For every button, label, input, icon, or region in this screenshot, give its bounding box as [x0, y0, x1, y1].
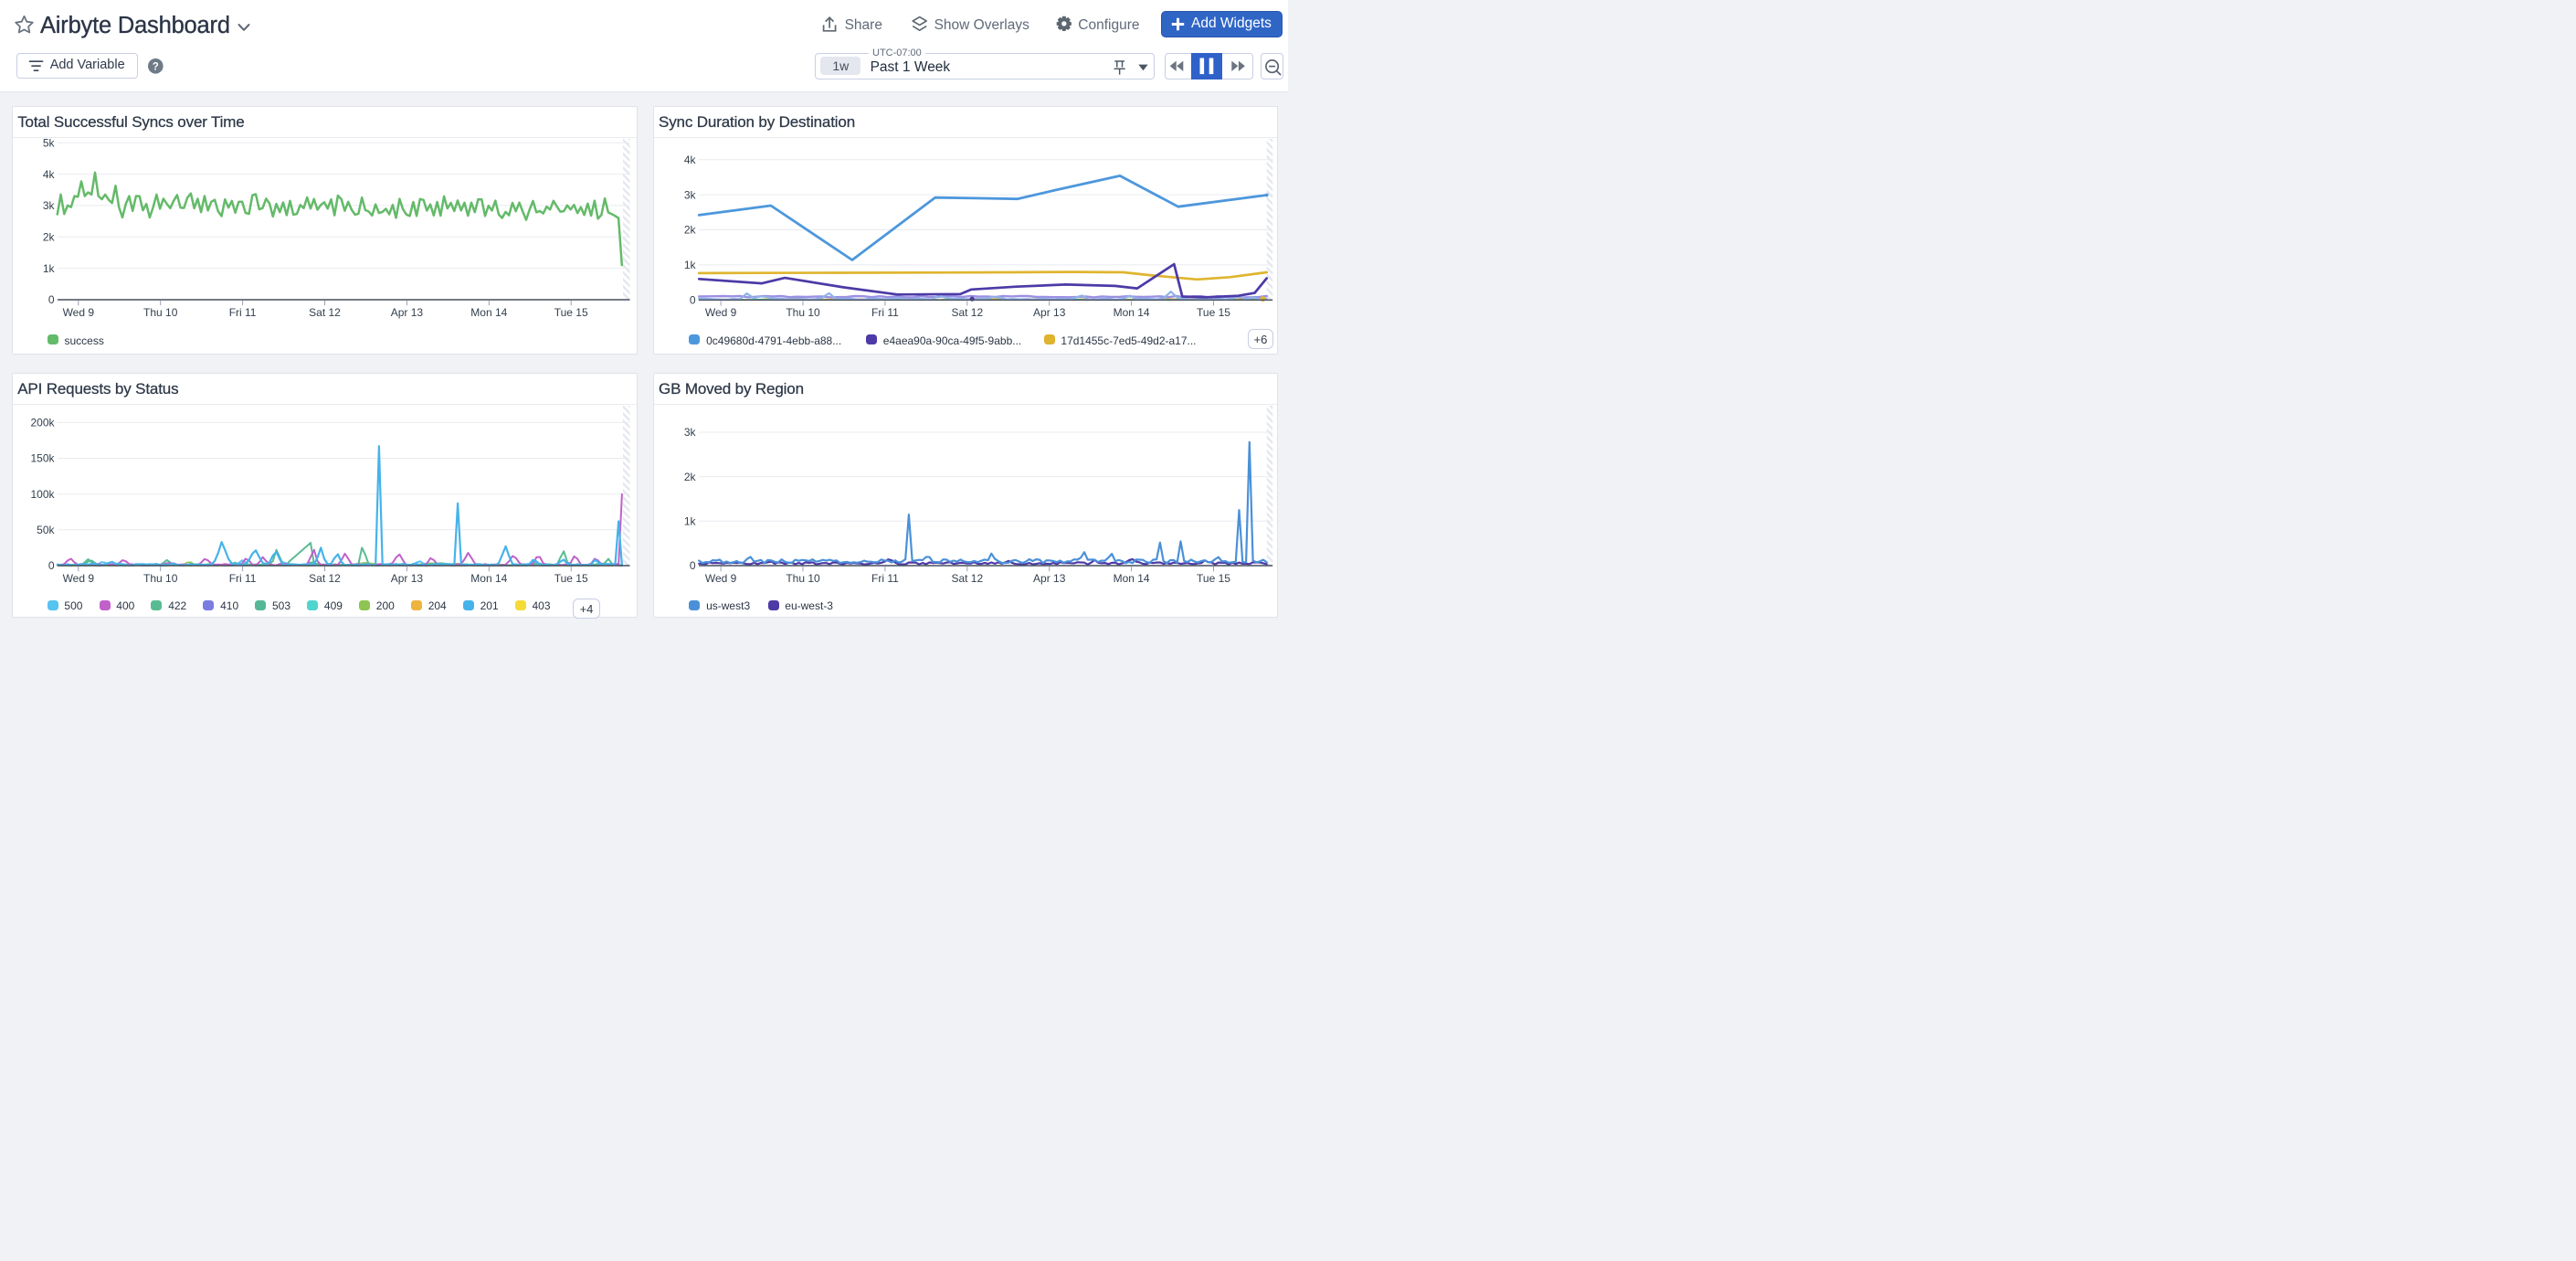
svg-text:Sat 12: Sat 12 [951, 306, 983, 319]
svg-text:150k: 150k [30, 452, 55, 465]
svg-text:3k: 3k [684, 188, 697, 201]
svg-text:Wed 9: Wed 9 [705, 572, 737, 585]
svg-text:4k: 4k [684, 154, 697, 166]
svg-text:Thu 10: Thu 10 [786, 306, 820, 319]
svg-text:Mon 14: Mon 14 [1113, 572, 1149, 585]
svg-text:100k: 100k [30, 488, 55, 501]
svg-text:Sat 12: Sat 12 [951, 572, 983, 585]
svg-text:Sat 12: Sat 12 [309, 572, 341, 585]
svg-text:Apr 13: Apr 13 [391, 306, 424, 319]
svg-text:1k: 1k [43, 262, 56, 275]
svg-text:Wed 9: Wed 9 [63, 306, 95, 319]
svg-text:0: 0 [690, 294, 696, 307]
svg-text:Wed 9: Wed 9 [63, 572, 95, 585]
svg-text:5k: 5k [43, 137, 56, 149]
svg-text:0: 0 [690, 559, 696, 572]
svg-text:2k: 2k [684, 471, 697, 483]
svg-text:Apr 13: Apr 13 [1033, 306, 1066, 319]
svg-text:1k: 1k [684, 259, 697, 271]
svg-text:Sat 12: Sat 12 [309, 306, 341, 319]
svg-text:3k: 3k [43, 199, 56, 212]
svg-text:Mon 14: Mon 14 [1113, 306, 1149, 319]
svg-text:?: ? [153, 62, 159, 73]
svg-text:Apr 13: Apr 13 [391, 572, 424, 585]
svg-text:Fri 11: Fri 11 [229, 572, 257, 585]
svg-text:2k: 2k [684, 224, 697, 237]
svg-text:Tue 15: Tue 15 [1197, 572, 1230, 585]
svg-text:4k: 4k [43, 168, 56, 181]
svg-text:Tue 15: Tue 15 [554, 306, 588, 319]
svg-text:0: 0 [48, 559, 55, 572]
svg-text:Mon 14: Mon 14 [470, 306, 507, 319]
svg-text:Fri 11: Fri 11 [871, 572, 899, 585]
svg-text:Tue 15: Tue 15 [1197, 306, 1230, 319]
svg-text:2k: 2k [43, 231, 56, 244]
svg-text:3k: 3k [684, 426, 697, 439]
svg-text:Thu 10: Thu 10 [143, 306, 178, 319]
svg-text:Wed 9: Wed 9 [705, 306, 737, 319]
svg-text:Tue 15: Tue 15 [554, 572, 588, 585]
svg-text:Mon 14: Mon 14 [470, 572, 507, 585]
svg-text:200k: 200k [30, 417, 55, 429]
svg-text:1k: 1k [684, 515, 697, 528]
svg-text:Apr 13: Apr 13 [1033, 572, 1066, 585]
svg-text:Fri 11: Fri 11 [871, 306, 899, 319]
svg-text:Fri 11: Fri 11 [229, 306, 257, 319]
svg-text:50k: 50k [37, 524, 55, 536]
svg-text:Thu 10: Thu 10 [143, 572, 178, 585]
svg-text:0: 0 [48, 293, 55, 306]
svg-text:Thu 10: Thu 10 [786, 572, 820, 585]
